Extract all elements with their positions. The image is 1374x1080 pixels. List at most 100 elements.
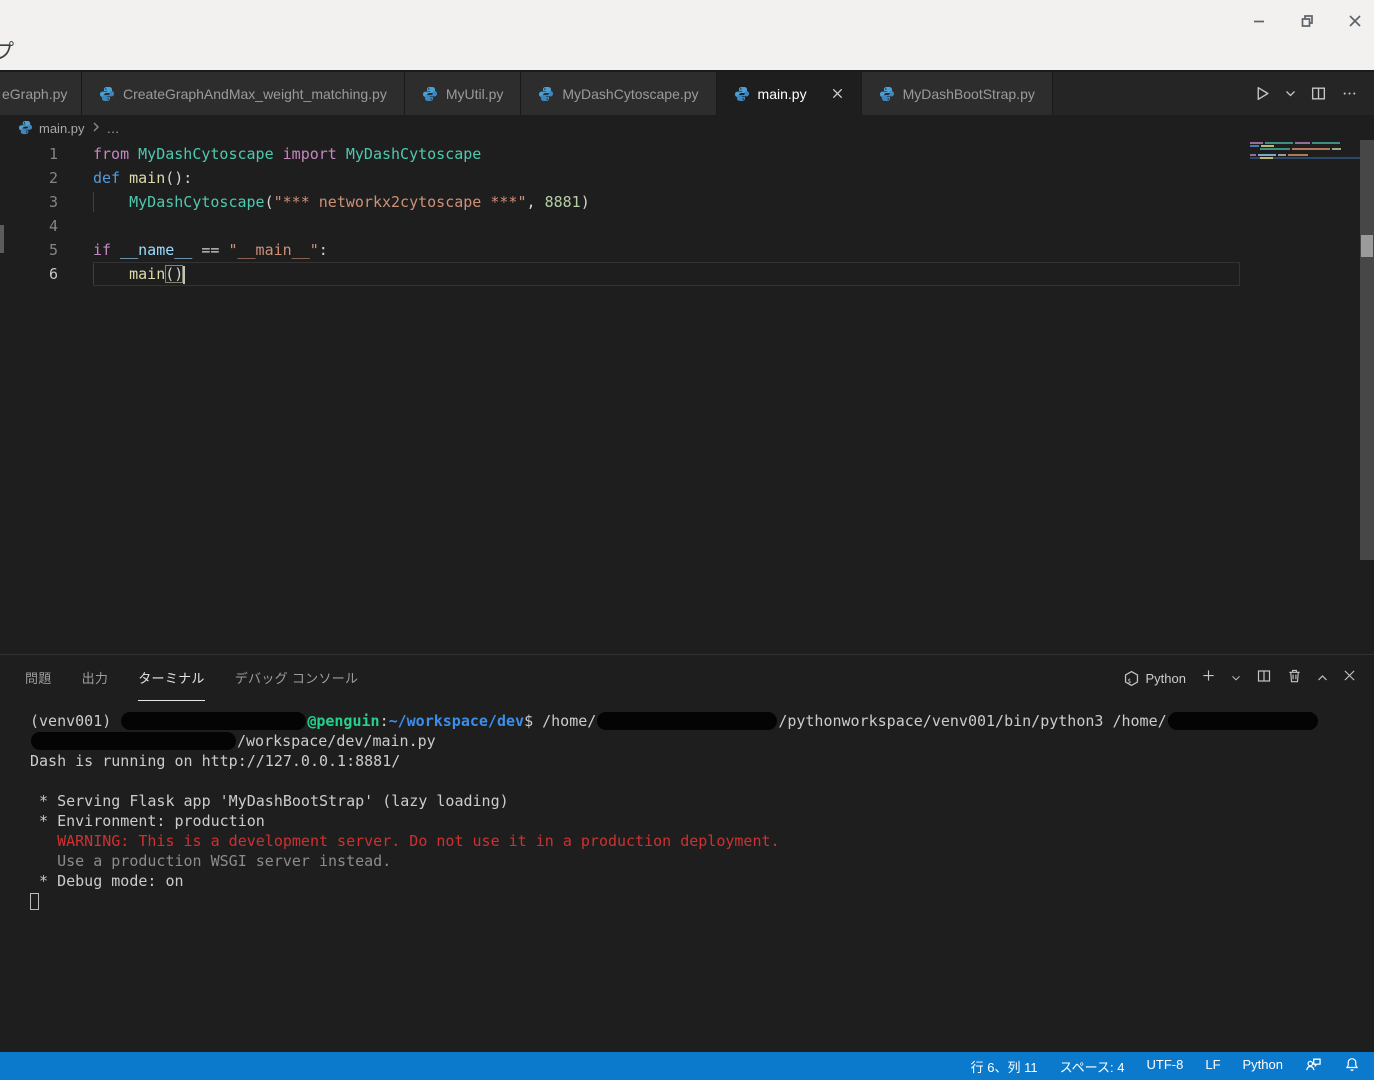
terminal-text: * Debug mode: on bbox=[30, 872, 184, 890]
python-icon bbox=[538, 86, 554, 102]
breadcrumb-ellipsis[interactable]: … bbox=[107, 121, 120, 136]
restore-icon bbox=[1299, 13, 1315, 29]
terminal-line bbox=[30, 771, 1374, 791]
terminal-shell-selector[interactable]: $ Python bbox=[1123, 670, 1186, 687]
code-token: , bbox=[527, 193, 545, 211]
code-line-3[interactable]: 3 MyDashCytoscape("*** networkx2cytoscap… bbox=[0, 190, 1374, 214]
run-dropdown-button[interactable] bbox=[1285, 90, 1296, 98]
close-icon bbox=[1347, 13, 1363, 29]
terminal-text: * Environment: production bbox=[30, 812, 265, 830]
scrollbar-thumb[interactable] bbox=[1361, 235, 1373, 257]
panel-tab-2[interactable]: ターミナル bbox=[138, 655, 205, 701]
minimap[interactable] bbox=[1250, 142, 1360, 202]
code-line-1[interactable]: 1 from MyDashCytoscape import MyDashCytos… bbox=[0, 142, 1374, 166]
code-lines: 1 from MyDashCytoscape import MyDashCytos… bbox=[0, 142, 1374, 286]
code-token: MyDashCytoscape bbox=[346, 145, 481, 163]
terminal-line: (venv001) @penguin:~/workspace/dev$ /hom… bbox=[30, 711, 1374, 731]
minimize-button[interactable] bbox=[1248, 10, 1270, 32]
notifications-button[interactable] bbox=[1344, 1056, 1360, 1076]
maximize-panel-button[interactable] bbox=[1317, 669, 1328, 687]
minimap-current-line bbox=[1250, 157, 1360, 159]
feedback-person-icon bbox=[1305, 1056, 1322, 1073]
terminal-text: @penguin bbox=[307, 712, 379, 730]
terminal-line: Use a production WSGI server instead. bbox=[30, 851, 1374, 871]
code-token: __name__ bbox=[120, 241, 192, 259]
code-token: main bbox=[129, 169, 165, 187]
chevron-down-icon bbox=[1285, 90, 1296, 98]
kill-terminal-button[interactable] bbox=[1287, 668, 1302, 689]
code-token: if bbox=[93, 241, 120, 259]
tab-main.py[interactable]: main.py bbox=[717, 72, 862, 115]
tab-MyUtil.py[interactable]: MyUtil.py bbox=[405, 72, 522, 115]
editor-scrollbar[interactable] bbox=[1360, 140, 1374, 560]
terminal-output[interactable]: (venv001) @penguin:~/workspace/dev$ /hom… bbox=[0, 701, 1374, 911]
minimap-line bbox=[1250, 148, 1360, 150]
breadcrumb-file[interactable]: main.py bbox=[39, 121, 85, 136]
panel-header: 問題出力ターミナルデバッグ コンソール $ Python bbox=[0, 655, 1374, 701]
breadcrumb[interactable]: main.py … bbox=[0, 115, 1374, 142]
restore-button[interactable] bbox=[1296, 10, 1318, 32]
code-line-4[interactable]: 4 bbox=[0, 214, 1374, 238]
code-token: : bbox=[319, 241, 328, 259]
terminal-cursor bbox=[30, 893, 39, 910]
titlebar: プ bbox=[0, 0, 1374, 70]
python-icon bbox=[18, 120, 33, 135]
terminal-text: Use a production WSGI server instead. bbox=[30, 852, 391, 870]
status-item-4[interactable]: Python bbox=[1243, 1057, 1283, 1076]
tab-MyDashCytoscape.py[interactable]: MyDashCytoscape.py bbox=[521, 72, 716, 115]
terminal-dropdown-button[interactable] bbox=[1231, 669, 1241, 687]
status-item-3[interactable]: LF bbox=[1205, 1057, 1220, 1076]
python-icon bbox=[422, 86, 438, 102]
code-token: main bbox=[129, 265, 165, 283]
panel-tab-3[interactable]: デバッグ コンソール bbox=[235, 655, 359, 701]
terminal-text: ~/workspace/dev bbox=[389, 712, 524, 730]
python-icon bbox=[99, 86, 115, 102]
indent-guide bbox=[93, 192, 94, 212]
code-text: from MyDashCytoscape import MyDashCytosc… bbox=[93, 142, 1240, 166]
code-token: "__main__" bbox=[228, 241, 318, 259]
new-terminal-button[interactable] bbox=[1201, 668, 1216, 688]
code-line-6[interactable]: 6 main() bbox=[0, 262, 1374, 286]
close-window-button[interactable] bbox=[1344, 10, 1366, 32]
minimap-line bbox=[1250, 145, 1360, 147]
line-number: 1 bbox=[0, 142, 58, 166]
code-token: MyDashCytoscape bbox=[138, 145, 273, 163]
tab-label: eGraph.py bbox=[2, 86, 67, 102]
bell-icon bbox=[1344, 1056, 1360, 1073]
status-item-2[interactable]: UTF-8 bbox=[1147, 1057, 1184, 1076]
status-item-1[interactable]: スペース: 4 bbox=[1060, 1057, 1125, 1076]
titlebar-partial-text: プ bbox=[0, 35, 14, 64]
code-token: MyDashCytoscape bbox=[129, 193, 264, 211]
code-line-5[interactable]: 5if __name__ == "__main__": bbox=[0, 238, 1374, 262]
split-editor-button[interactable] bbox=[1310, 85, 1327, 102]
feedback-button[interactable] bbox=[1305, 1056, 1322, 1076]
terminal-text: * Serving Flask app 'MyDashBootStrap' (l… bbox=[30, 792, 509, 810]
panel-tab-1[interactable]: 出力 bbox=[82, 655, 109, 701]
code-token: ( bbox=[265, 193, 274, 211]
more-actions-button[interactable] bbox=[1341, 85, 1358, 102]
terminal-shell-label: Python bbox=[1146, 671, 1186, 686]
code-text bbox=[93, 214, 1240, 238]
window-controls bbox=[1248, 10, 1366, 32]
tab-eGraph.py[interactable]: eGraph.py bbox=[0, 72, 82, 115]
status-item-0[interactable]: 行 6、列 11 bbox=[971, 1057, 1038, 1076]
editor-actions bbox=[1254, 72, 1374, 115]
code-editor[interactable]: 1 from MyDashCytoscape import MyDashCytos… bbox=[0, 142, 1374, 654]
code-token: == bbox=[192, 241, 228, 259]
terminal-line: * Environment: production bbox=[30, 811, 1374, 831]
svg-text:$: $ bbox=[1127, 677, 1131, 685]
redaction-blob bbox=[31, 732, 236, 750]
terminal-text: /workspace/dev/main.py bbox=[237, 732, 436, 750]
close-tab-button[interactable] bbox=[831, 87, 844, 100]
split-terminal-button[interactable] bbox=[1256, 668, 1272, 689]
close-panel-button[interactable] bbox=[1343, 669, 1356, 687]
terminal-text: Dash is running on http://127.0.0.1:8881… bbox=[30, 752, 400, 770]
run-python-file-button[interactable] bbox=[1254, 85, 1271, 102]
panel-tab-0[interactable]: 問題 bbox=[25, 655, 52, 701]
code-text: def main(): bbox=[93, 166, 1240, 190]
terminal-line: Dash is running on http://127.0.0.1:8881… bbox=[30, 751, 1374, 771]
tab-CreateGraphAndMax_weight_matching.py[interactable]: CreateGraphAndMax_weight_matching.py bbox=[82, 72, 405, 115]
python-icon bbox=[734, 86, 750, 102]
code-line-2[interactable]: 2def main(): bbox=[0, 166, 1374, 190]
tab-MyDashBootStrap.py[interactable]: MyDashBootStrap.py bbox=[862, 72, 1053, 115]
